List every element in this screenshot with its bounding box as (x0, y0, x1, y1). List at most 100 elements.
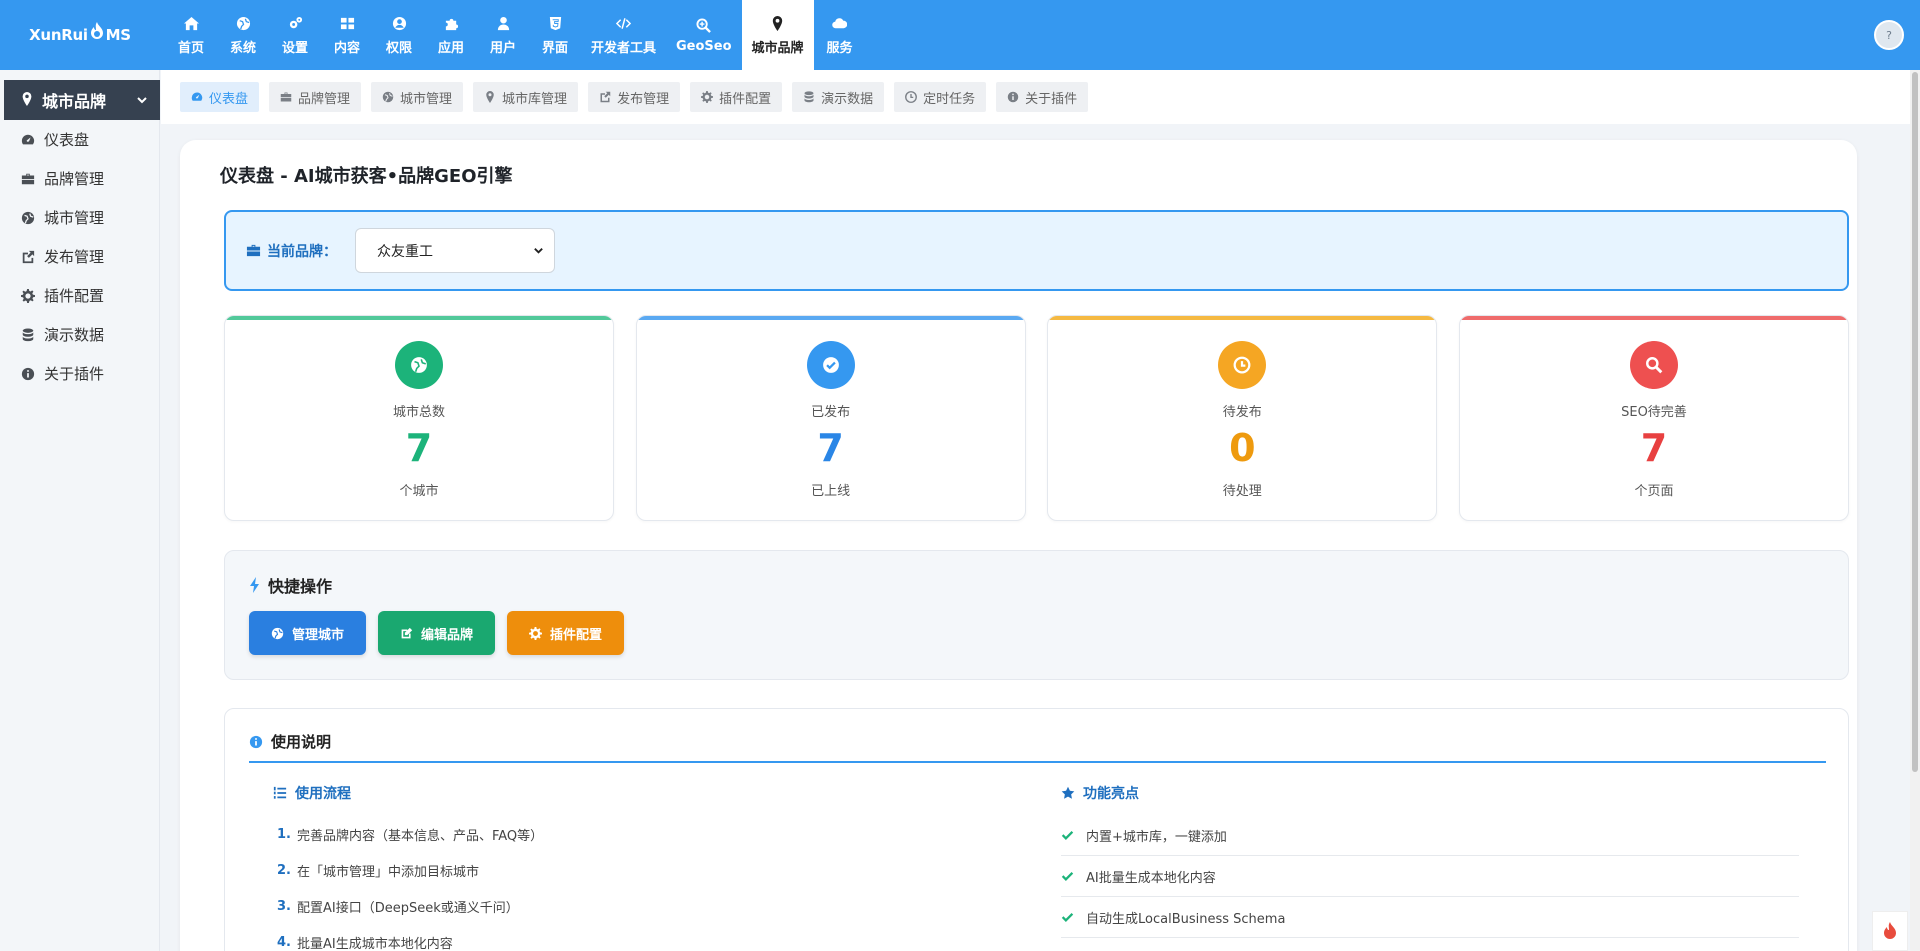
guide-divider (249, 761, 1826, 763)
sidebar-item-publish[interactable]: 发布管理 (0, 237, 159, 276)
sidebar-item-city[interactable]: 城市管理 (0, 198, 159, 237)
step-text: 配置AI接口（DeepSeek或通义千问） (296, 900, 519, 916)
nav-item-system[interactable]: 系统 (217, 0, 269, 70)
edit-brand-button[interactable]: 编辑品牌 (378, 611, 496, 655)
sidebar-item-demo-data[interactable]: 演示数据 (0, 315, 159, 354)
search-plus-icon (696, 18, 712, 33)
tab-city-library[interactable]: 城市库管理 (473, 82, 579, 112)
list-item: 2. 在「城市管理」中添加目标城市 (273, 852, 973, 888)
nav-item-label: 应用 (437, 40, 464, 56)
feature-text: 自动生成LocalBusiness Schema (1086, 911, 1286, 927)
bolt-icon (250, 577, 259, 593)
plugin-config-button[interactable]: 插件配置 (507, 611, 625, 655)
share-icon (600, 91, 611, 103)
briefcase-icon (21, 173, 35, 184)
nav-item-settings[interactable]: 设置 (269, 0, 321, 70)
stat-icon-circle (806, 341, 855, 389)
nav-item-ui[interactable]: 界面 (529, 0, 581, 70)
nav-item-label: 开发者工具 (591, 40, 657, 56)
tab-plugin-config[interactable]: 插件配置 (690, 82, 783, 112)
features-list: 内置+城市库，一键添加 AI批量生成本地化内容 自动生成LocalBusines… (1061, 815, 1799, 938)
usage-flow-column: 使用流程 1. 完善品牌内容（基本信息、产品、FAQ等） 2. 在「城市管理」中添加… (273, 783, 973, 951)
nav-item-geoseo[interactable]: GeoSeo (666, 0, 742, 70)
nav-item-apps[interactable]: 应用 (425, 0, 477, 70)
app-logo[interactable]: XunRui MS (0, 0, 160, 70)
tab-label: 仪表盘 (209, 91, 249, 107)
step-number: 3. (277, 898, 291, 914)
scrollbar-thumb[interactable] (1912, 72, 1918, 772)
stat-value: 7 (817, 426, 844, 470)
nav-item-permissions[interactable]: 权限 (373, 0, 425, 70)
stat-icon-circle (1218, 341, 1267, 389)
sidebar-item-about[interactable]: 关于插件 (0, 354, 159, 393)
sidebar-item-brand[interactable]: 品牌管理 (0, 159, 159, 198)
user-circle-icon (392, 16, 406, 31)
usage-guide-title: 使用说明 (249, 731, 331, 752)
check-icon (1061, 912, 1074, 922)
puzzle-icon (445, 18, 458, 31)
database-icon (22, 327, 34, 341)
tab-city[interactable]: 城市管理 (371, 82, 464, 112)
brand-select-value: 众友重工 (377, 243, 433, 260)
globe-icon (236, 16, 250, 31)
edit-icon (401, 627, 413, 638)
stat-value: 7 (1640, 426, 1668, 470)
page-scrollbar[interactable] (1910, 70, 1920, 951)
stat-icon-circle (395, 341, 443, 389)
stat-color-bar (1048, 316, 1437, 320)
nav-item-content[interactable]: 内容 (321, 0, 373, 70)
stat-card-seo: SEO待完善 7 个页面 (1458, 315, 1849, 521)
tab-brand[interactable]: 品牌管理 (269, 82, 362, 112)
features-heading-text: 功能亮点 (1083, 786, 1139, 802)
sidebar: 城市品牌 仪表盘 品牌管理 城市管理 发布管理 插件配置 演示数据 关于插件 (0, 70, 160, 951)
tab-publish[interactable]: 发布管理 (588, 82, 681, 112)
tab-demo-data[interactable]: 演示数据 (792, 82, 885, 112)
logo-text-suffix: MS (105, 26, 131, 44)
tab-dashboard[interactable]: 仪表盘 (180, 82, 260, 112)
map-marker-icon (772, 16, 783, 31)
stat-color-bar (1459, 316, 1848, 320)
nav-item-devtools[interactable]: 开发者工具 (581, 0, 666, 70)
user-icon (497, 16, 509, 31)
database-icon (804, 91, 814, 103)
list-item: 3. 配置AI接口（DeepSeek或通义千问） (273, 888, 973, 924)
stat-label: 城市总数 (392, 405, 445, 420)
tab-label: 发布管理 (617, 91, 670, 107)
button-label: 插件配置 (550, 627, 603, 643)
brand-select[interactable]: 众友重工 (355, 228, 555, 273)
cloud-icon (832, 18, 848, 29)
usage-guide-panel: 使用说明 使用流程 1. 完善品牌内容（基本信息、产品、FAQ等） 2. 在「城市管… (224, 708, 1849, 951)
quick-actions-title: 快捷操作 (249, 573, 332, 597)
nav-item-label: 系统 (229, 40, 256, 56)
features-column: 功能亮点 内置+城市库，一键添加 AI批量生成本地化内容 自动生成LocalBu… (1061, 783, 1799, 938)
tab-scheduled-tasks[interactable]: 定时任务 (894, 82, 987, 112)
sidebar-item-dashboard[interactable]: 仪表盘 (0, 120, 159, 159)
info-icon (21, 367, 35, 380)
nav-item-city-brand[interactable]: 城市品牌 (741, 0, 814, 70)
feature-text: AI批量生成本地化内容 (1086, 870, 1216, 886)
briefcase-icon (280, 92, 292, 102)
current-brand-box: 当前品牌： 众友重工 (224, 210, 1849, 291)
stat-label: 待发布 (1222, 405, 1262, 420)
sidebar-header[interactable]: 城市品牌 (4, 80, 160, 120)
button-label: 管理城市 (292, 627, 345, 643)
user-avatar[interactable]: ? (1874, 20, 1904, 50)
logo-text: XunRui (29, 26, 88, 44)
tab-about[interactable]: 关于插件 (996, 82, 1089, 112)
clock-icon (905, 91, 918, 103)
dashboard-icon (21, 134, 35, 144)
button-label: 编辑品牌 (421, 627, 474, 643)
nav-item-users[interactable]: 用户 (477, 0, 529, 70)
nav-item-label: 界面 (541, 40, 568, 56)
sidebar-item-plugin-config[interactable]: 插件配置 (0, 276, 159, 315)
nav-item-services[interactable]: 服务 (814, 0, 866, 70)
nav-item-home[interactable]: 首页 (165, 0, 217, 70)
floating-flame-button[interactable] (1872, 911, 1908, 951)
sidebar-item-label: 演示数据 (44, 326, 105, 344)
nav-item-label: 服务 (826, 40, 853, 56)
manage-city-button[interactable]: 管理城市 (249, 611, 367, 655)
current-brand-label: 当前品牌： (246, 241, 337, 261)
page-title: 仪表盘 - AI城市获客•品牌GEO引擎 (220, 166, 513, 187)
step-text: 完善品牌内容（基本信息、产品、FAQ等） (296, 828, 544, 844)
list-item: 自动生成LocalBusiness Schema (1061, 897, 1799, 938)
